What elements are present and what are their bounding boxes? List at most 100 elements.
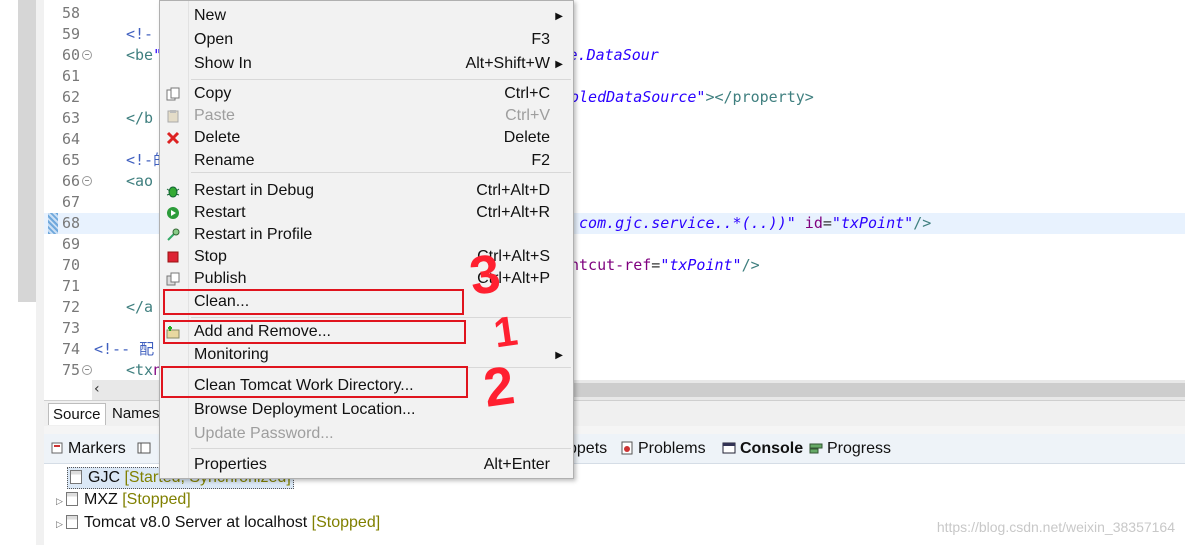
- code-text: oledDataSource"></property>: [570, 87, 814, 108]
- stop-icon: [167, 251, 179, 263]
- code-token: <ao: [126, 172, 154, 190]
- menu-item-new[interactable]: New ▶: [160, 5, 573, 27]
- tab-markers-label: Markers: [68, 440, 126, 457]
- debug-icon: [166, 186, 180, 198]
- code-token: <!-- 配: [94, 340, 155, 358]
- menu-item-publish[interactable]: Publish Ctrl+Alt+P: [160, 268, 573, 290]
- menu-item-rename[interactable]: Rename F2: [160, 150, 573, 172]
- code-text: com.gjc.service..*(..))" id="txPoint"/>: [570, 213, 931, 234]
- code-token: ntcut-ref: [570, 256, 652, 274]
- annotation-box-clean-work-dir: [161, 366, 468, 398]
- menu-item-shortcut: Ctrl+Alt+R: [476, 204, 550, 221]
- menu-item-show-in[interactable]: Show In Alt+Shift+W ▶: [160, 53, 573, 75]
- fold-toggle-icon[interactable]: −: [82, 50, 92, 60]
- menu-item-copy[interactable]: Copy Ctrl+C: [160, 83, 573, 105]
- menu-item-stop[interactable]: Stop Ctrl+Alt+S: [160, 246, 573, 268]
- line-number: 72: [61, 298, 80, 316]
- menu-item-shortcut: Delete: [503, 129, 550, 146]
- vertical-scrollbar[interactable]: [18, 0, 36, 302]
- tab-progress-label: Progress: [827, 440, 892, 457]
- expand-arrow-icon[interactable]: ▷: [56, 491, 66, 511]
- code-token: <tx: [126, 361, 154, 379]
- scroll-left-icon[interactable]: ‹: [94, 381, 100, 397]
- submenu-arrow-icon: ▶: [555, 11, 563, 22]
- code-token: </b: [126, 109, 154, 127]
- tab-console[interactable]: Console: [722, 439, 803, 459]
- menu-item-label: Restart in Profile: [194, 226, 313, 243]
- tab-progress[interactable]: Progress: [809, 439, 891, 459]
- tab-namespaces[interactable]: Names: [108, 403, 164, 425]
- server-name: MXZ: [84, 491, 118, 508]
- console-icon: [722, 442, 736, 454]
- code-token: =: [822, 214, 832, 232]
- annotation-box-clean: [163, 289, 464, 315]
- menu-item-shortcut: Alt+Enter: [483, 456, 550, 473]
- tab-problems[interactable]: Problems: [620, 439, 706, 459]
- profile-icon: [167, 228, 180, 241]
- menu-item-shortcut: Ctrl+V: [505, 107, 550, 124]
- paste-icon: [167, 110, 179, 123]
- menu-item-label: Restart: [194, 204, 246, 221]
- menu-item-label: Update Password...: [194, 425, 334, 442]
- server-row-mxz[interactable]: ▷ MXZ [Stopped]: [56, 490, 191, 511]
- server-name: GJC: [88, 469, 120, 486]
- line-number: 71: [61, 277, 80, 295]
- menu-item-label: Open: [194, 31, 234, 48]
- menu-item-properties[interactable]: Properties Alt+Enter: [160, 454, 573, 476]
- line-number: 74: [61, 340, 80, 358]
- run-icon: [167, 207, 179, 219]
- line-number: 60: [61, 46, 80, 64]
- menu-item-restart-in-profile[interactable]: Restart in Profile: [160, 224, 573, 246]
- menu-item-label: Paste: [194, 107, 235, 124]
- menu-item-label: Rename: [194, 152, 255, 169]
- code-token: "txPoint": [831, 214, 914, 232]
- server-state: [Stopped]: [311, 514, 381, 531]
- line-number: 69: [61, 235, 80, 253]
- menu-item-shortcut: Ctrl+Alt+D: [476, 182, 550, 199]
- tab-markers[interactable]: Markers: [50, 439, 126, 459]
- menu-item-shortcut: F3: [531, 31, 550, 48]
- problems-icon: [621, 441, 633, 455]
- menu-item-label: New: [194, 7, 227, 24]
- code-token: id: [795, 214, 823, 232]
- line-number: 65: [61, 151, 80, 169]
- delete-icon: [166, 131, 180, 145]
- line-number: 64: [61, 130, 80, 148]
- expand-arrow-icon[interactable]: ▷: [56, 514, 66, 534]
- fold-toggle-icon[interactable]: −: [82, 176, 92, 186]
- menu-separator: [191, 448, 571, 449]
- menu-item-label: Properties: [194, 456, 267, 473]
- line-number: 61: [61, 67, 80, 85]
- menu-item-delete[interactable]: Delete Delete: [160, 127, 573, 149]
- code-text: </b: [126, 108, 153, 129]
- menu-item-label: Browse Deployment Location...: [194, 401, 416, 418]
- menu-item-shortcut: F2: [531, 152, 550, 169]
- menu-item-restart[interactable]: Restart Ctrl+Alt+R: [160, 202, 573, 224]
- server-icon: [70, 470, 82, 484]
- left-ruler: [36, 0, 44, 545]
- change-marker: [48, 213, 58, 234]
- menu-item-restart-in-debug[interactable]: Restart in Debug Ctrl+Alt+D: [160, 180, 573, 202]
- tab-properties[interactable]: [137, 439, 155, 459]
- line-number: 58: [61, 4, 80, 22]
- menu-item-paste: Paste Ctrl+V: [160, 105, 573, 127]
- menu-item-update-password: Update Password...: [160, 423, 573, 445]
- fold-toggle-icon[interactable]: −: [82, 365, 92, 375]
- menu-item-label: Stop: [194, 248, 227, 265]
- tab-source[interactable]: Source: [48, 403, 106, 425]
- annotation-box-add-remove: [163, 320, 466, 344]
- server-row-tomcat[interactable]: ▷ Tomcat v8.0 Server at localhost [Stoppe…: [56, 513, 380, 534]
- markers-icon: [51, 442, 63, 454]
- code-token: com.gjc.service..*(..))": [570, 214, 796, 232]
- scrollbar-thumb[interactable]: [562, 383, 1185, 397]
- code-token: <!-: [126, 25, 154, 43]
- menu-item-label: Publish: [194, 270, 247, 287]
- menu-item-shortcut: Ctrl+C: [504, 85, 550, 102]
- server-icon: [66, 492, 78, 506]
- copy-icon: [166, 87, 180, 101]
- publish-icon: [166, 272, 180, 286]
- code-text: <ao: [126, 171, 153, 192]
- line-number: 59: [61, 25, 80, 43]
- menu-item-open[interactable]: Open F3: [160, 29, 573, 51]
- submenu-arrow-icon: ▶: [555, 59, 563, 70]
